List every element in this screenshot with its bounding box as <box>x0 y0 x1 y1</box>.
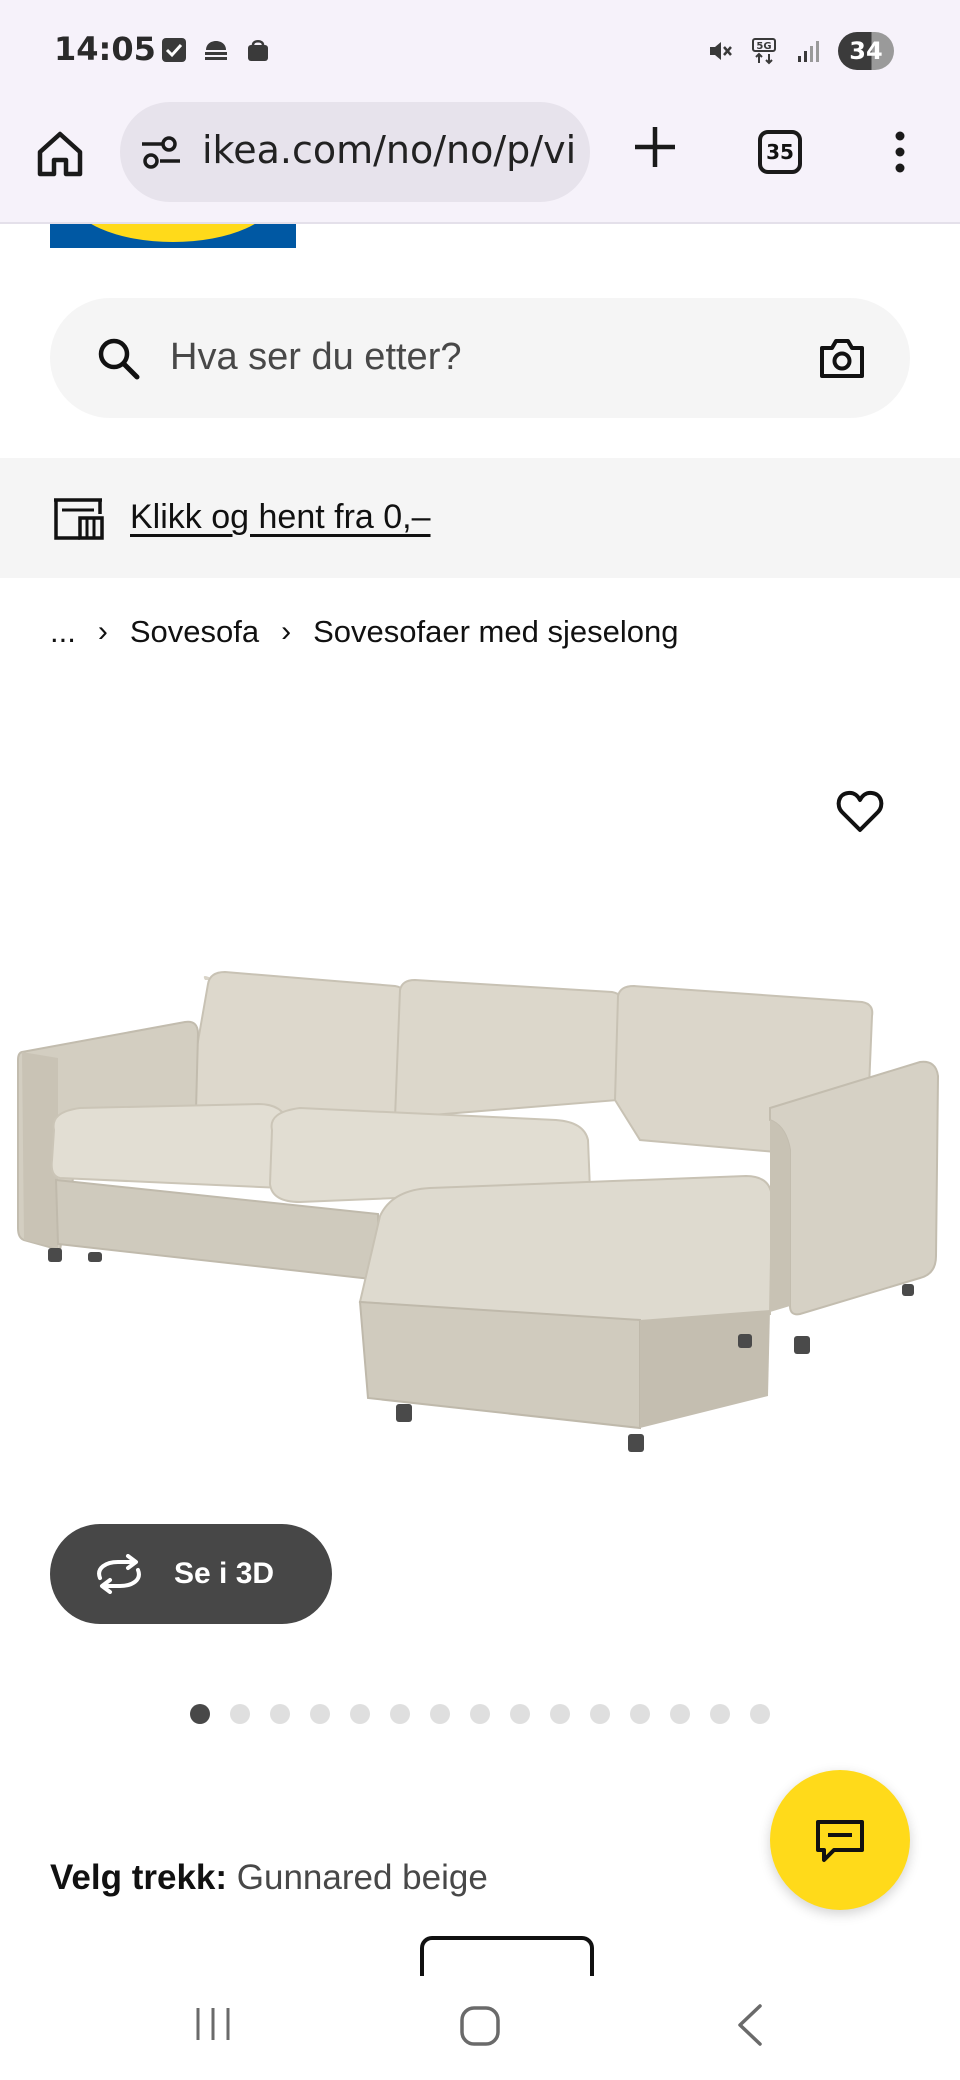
url-text[interactable]: ikea.com/no/no/p/vimle-sovesofa-med-sjes… <box>202 128 574 172</box>
carousel-dot[interactable] <box>630 1704 650 1724</box>
cloud-icon <box>205 41 227 60</box>
carousel-dot[interactable] <box>750 1704 770 1724</box>
carousel-dot[interactable] <box>430 1704 450 1724</box>
page: 14:05 5G 34 ikea.com/no/no/p/vi 35 Hva s… <box>0 0 960 2080</box>
breadcrumb-separator: › <box>281 615 292 648</box>
search-icon <box>98 338 140 380</box>
recents-icon[interactable] <box>192 2004 234 2044</box>
store-icon <box>54 498 104 540</box>
view-3d-label: Se i 3D <box>174 1557 275 1590</box>
breadcrumb-separator: › <box>97 615 108 648</box>
battery-indicator: 34 <box>838 32 894 70</box>
tabs-icon[interactable]: 35 <box>758 130 802 174</box>
status-time: 14:05 <box>54 30 156 68</box>
site-settings-icon[interactable] <box>140 134 182 170</box>
search-input[interactable]: Hva ser du etter? <box>50 298 910 418</box>
svg-text:5G: 5G <box>756 41 771 52</box>
breadcrumb-item-sovesofaer-med-sjeselong[interactable]: Sovesofaer med sjeselong <box>313 614 678 650</box>
carousel-dot[interactable] <box>230 1704 250 1724</box>
carousel-dot[interactable] <box>470 1704 490 1724</box>
rotate-3d-icon <box>97 1554 141 1594</box>
carousel-dot[interactable] <box>670 1704 690 1724</box>
5g-icon: 5G <box>752 38 776 65</box>
carousel-dot[interactable] <box>550 1704 570 1724</box>
cover-selection: Velg trekk: Gunnared beige <box>50 1858 488 1898</box>
carousel-dot[interactable] <box>590 1704 610 1724</box>
ikea-logo-ellipse <box>70 224 276 242</box>
system-nav-bar <box>0 1976 960 2080</box>
selected-swatch[interactable] <box>420 1936 594 1976</box>
address-bar[interactable]: ikea.com/no/no/p/vimle-sovesofa-med-sjes… <box>120 102 590 202</box>
heart-icon[interactable] <box>836 788 884 834</box>
carousel-dot[interactable] <box>190 1704 210 1724</box>
home-circle-icon[interactable] <box>458 2004 502 2048</box>
back-icon[interactable] <box>734 2002 764 2048</box>
breadcrumb-item-sovesofa[interactable]: Sovesofa <box>130 614 259 650</box>
ikea-logo[interactable] <box>50 224 296 248</box>
carousel-dot[interactable] <box>510 1704 530 1724</box>
browser-toolbar: ikea.com/no/no/p/vimle-sovesofa-med-sjes… <box>0 100 960 224</box>
home-icon[interactable] <box>34 128 86 180</box>
signal-icon <box>798 41 819 62</box>
click-collect-link[interactable]: Klikk og hent fra 0,– <box>130 498 431 537</box>
search-placeholder: Hva ser du etter? <box>170 336 462 378</box>
carousel-dot[interactable] <box>310 1704 330 1724</box>
breadcrumb-ellipsis[interactable]: ... <box>50 614 76 650</box>
checkbox-icon <box>162 38 186 62</box>
shopping-bag-icon <box>248 40 268 61</box>
breadcrumb: ... › Sovesofa › Sovesofaer med sjeselon… <box>50 612 678 652</box>
chat-button[interactable] <box>770 1770 910 1910</box>
camera-icon[interactable] <box>818 336 866 380</box>
carousel-dot[interactable] <box>350 1704 370 1724</box>
chat-icon <box>816 1820 864 1862</box>
plus-icon[interactable] <box>632 124 678 170</box>
status-left-icons <box>160 36 272 64</box>
status-right-icons: 5G 34 <box>706 32 894 70</box>
carousel-indicator[interactable] <box>190 1702 770 1726</box>
carousel-dot[interactable] <box>270 1704 290 1724</box>
cover-value: Gunnared beige <box>236 1858 488 1897</box>
more-vert-icon[interactable] <box>888 128 912 176</box>
status-bar: 14:05 5G 34 <box>0 0 960 100</box>
carousel-dot[interactable] <box>710 1704 730 1724</box>
mute-icon <box>710 42 732 60</box>
carousel-dot[interactable] <box>390 1704 410 1724</box>
product-image[interactable] <box>0 740 960 1540</box>
promo-banner: Klikk og hent fra 0,– <box>0 458 960 578</box>
view-3d-button[interactable]: Se i 3D <box>50 1524 332 1624</box>
cover-label: Velg trekk: <box>50 1858 228 1897</box>
